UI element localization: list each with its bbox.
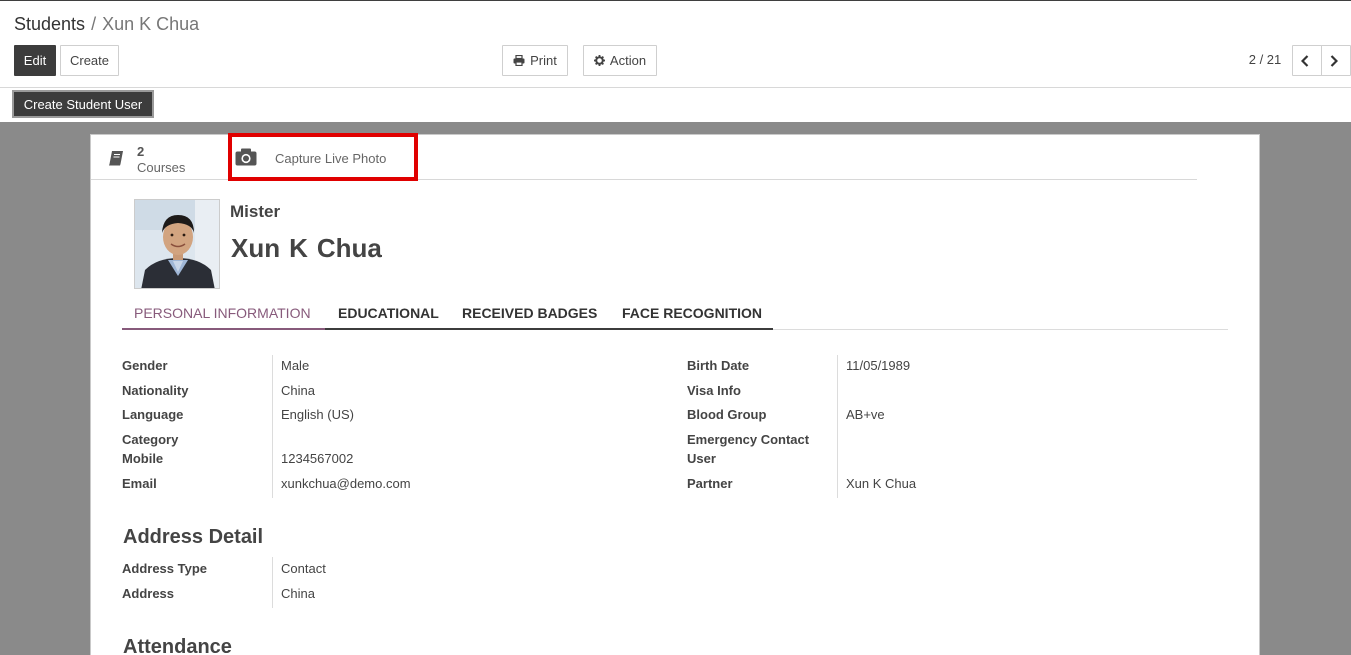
student-first-name: Xun [231,233,281,263]
breadcrumb-separator: / [91,14,97,34]
left-group-divider [272,355,273,498]
email-label: Email [122,476,157,491]
book-icon [109,151,123,166]
courses-smart-button[interactable]: 2 Courses [105,141,225,177]
action-button[interactable]: Action [583,45,657,76]
pager-value[interactable]: 2 / 21 [1240,52,1290,67]
nationality-value: China [281,383,315,398]
language-value: English (US) [281,407,354,422]
tab-personal-information[interactable]: PERSONAL INFORMATION [134,305,311,321]
mobile-value: 1234567002 [281,451,354,466]
partner-value[interactable]: Xun K Chua [846,476,916,491]
create-student-user-button[interactable]: Create Student User [12,90,154,118]
form-statusbar [0,89,1351,122]
address-value: China [281,586,315,601]
tab-received-badges[interactable]: RECEIVED BADGES [462,305,597,321]
address-label: Address [122,586,175,601]
pager-next-button[interactable] [1321,45,1351,76]
category-label: Category [122,432,179,447]
action-label: Action [609,53,647,68]
capture-live-photo-label: Capture Live Photo [275,151,387,166]
notebook-tabs: PERSONAL INFORMATION EDUCATIONAL RECEIVE… [122,297,1228,330]
emergency-contact-label-line-2: User [687,451,716,466]
address-type-label: Address Type [122,561,208,576]
camera-icon [235,148,257,166]
address-type-value: Contact [281,561,326,576]
courses-label: Courses [137,160,186,175]
chevron-right-icon [1330,54,1338,67]
print-icon [513,55,525,66]
blood-group-label: Blood Group [687,407,767,422]
attendance-title: Attendance [123,636,232,655]
address-detail-title: Address Detail [123,526,264,548]
control-panel: Students / Xun K Chua [0,1,1351,88]
tab-face-recognition[interactable]: FACE RECOGNITION [622,305,762,321]
breadcrumb-students-link[interactable]: Students [14,14,85,34]
email-value: xunkchua@demo.com [281,476,411,491]
right-group-divider [837,355,838,498]
address-divider [272,557,273,608]
student-full-name: Xun K Chua [231,233,391,264]
form-sheet: 2 Courses Capture Live Photo Mister Xun … [90,133,1260,655]
chevron-left-icon [1300,54,1308,67]
button-box: 2 Courses Capture Live Photo [91,133,1197,181]
active-tab-indicator [122,328,325,330]
mobile-label: Mobile [122,451,164,466]
print-button[interactable]: Print [502,45,568,76]
edit-button[interactable]: Edit [14,45,56,76]
nationality-label: Nationality [122,383,189,398]
courses-count: 2 [137,144,145,159]
tab-educational[interactable]: EDUCATIONAL [338,305,439,321]
student-last-name: Chua [316,233,382,263]
visa-info-label: Visa Info [687,383,741,398]
pager-previous-button[interactable] [1292,45,1322,76]
birth-date-label: Birth Date [687,358,750,373]
gear-icon [593,55,605,66]
language-label: Language [122,407,184,422]
breadcrumb: Students / Xun K Chua [14,14,199,35]
student-avatar[interactable] [134,199,220,289]
gender-value: Male [281,358,310,373]
gender-label: Gender [122,358,168,373]
birth-date-value: 11/05/1989 [846,358,911,373]
student-photo [135,200,219,288]
create-button[interactable]: Create [60,45,119,76]
partner-label: Partner [687,476,733,491]
blood-group-value: AB+ve [846,407,885,422]
print-label: Print [530,53,557,68]
emergency-contact-label: Emergency Contact [687,432,810,447]
breadcrumb-current: Xun K Chua [102,14,200,34]
student-title-prefix: Mister [230,202,281,221]
capture-live-photo-button[interactable]: Capture Live Photo [228,133,418,181]
student-middle-name: K [289,233,308,263]
